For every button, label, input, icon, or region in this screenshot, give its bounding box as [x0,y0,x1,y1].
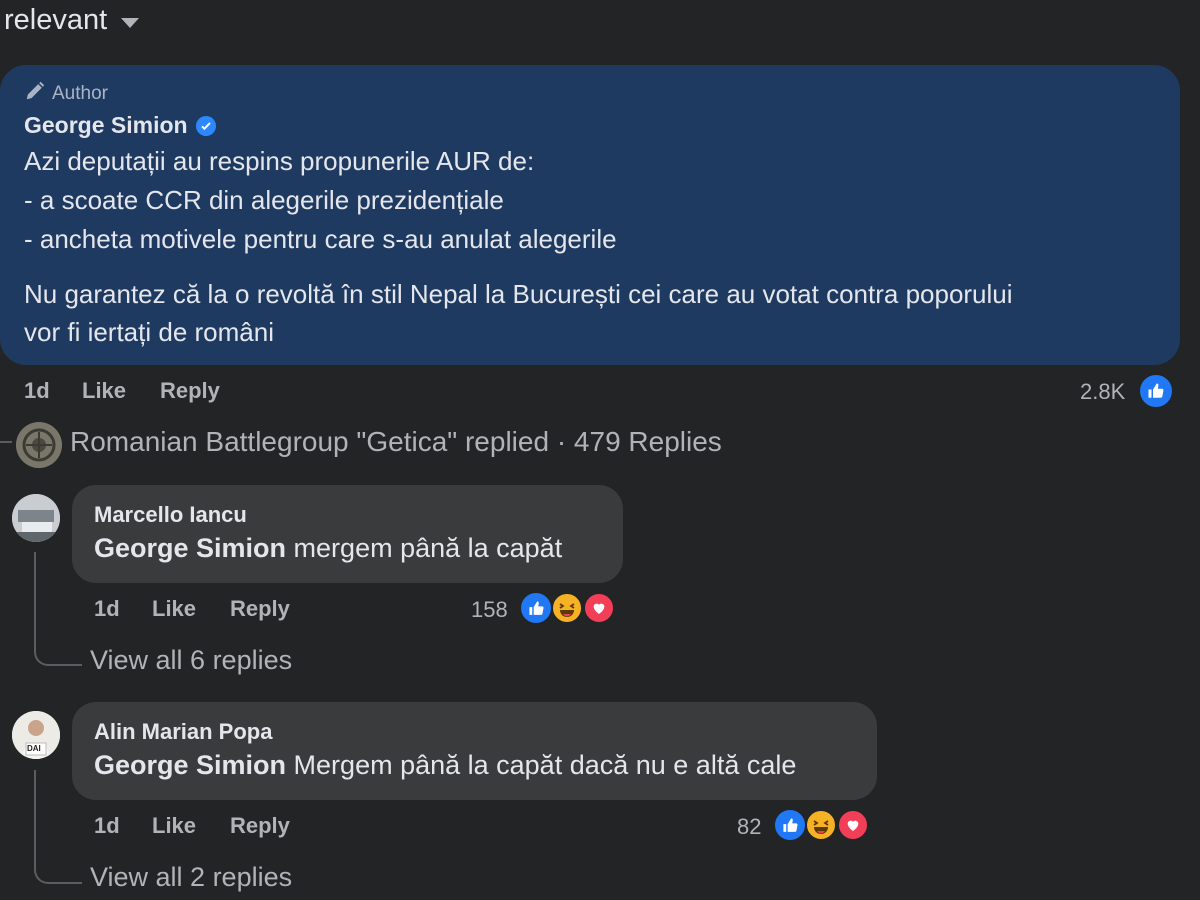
like-reaction-icon [519,591,553,625]
love-reaction-icon [837,809,869,841]
like-reaction-icon [1138,373,1174,409]
commenter-name[interactable]: Alin Marian Popa [94,719,272,745]
reply-button[interactable]: Reply [160,378,220,404]
comment-text-line: - a scoate CCR din alegerile prezidenția… [24,185,504,215]
like-button[interactable]: Like [152,596,196,622]
reply-button[interactable]: Reply [230,596,290,622]
comment-text: George Simion Mergem până la capăt dacă … [94,750,796,781]
reaction-count[interactable]: 2.8K [1080,379,1125,405]
sort-label: relevant [4,4,108,36]
mention-link[interactable]: George Simion [94,750,286,780]
reaction-count[interactable]: 82 [737,814,761,840]
view-all-replies-link[interactable]: View all 2 replies [90,862,292,893]
comment-time[interactable]: 1d [24,378,50,404]
commenter-name[interactable]: Marcello Iancu [94,502,247,528]
avatar[interactable] [12,494,60,542]
comment-body: Mergem până la capăt dacă nu e altă cale [286,750,797,780]
comment-time[interactable]: 1d [94,813,120,839]
haha-reaction-icon [551,592,583,624]
author-tag-label: Author [52,83,108,104]
author-badge: Author [24,80,108,108]
like-reaction-icon [773,808,807,842]
thread-connector [0,441,12,463]
avatar-text: DAI [27,744,41,753]
comment-text-line: - ancheta motivele pentru care s-au anul… [24,224,617,254]
reply-summary-link[interactable]: Romanian Battlegroup "Getica" replied · … [70,426,722,458]
verified-badge-icon [195,115,216,136]
pencil-icon [24,80,46,108]
author-name-row: George Simion [24,112,216,139]
love-reaction-icon [583,592,615,624]
caret-down-icon [121,17,140,28]
comment-text: George Simion mergem până la capăt [94,533,562,564]
comment-time[interactable]: 1d [94,596,120,622]
view-all-replies-link[interactable]: View all 6 replies [90,645,292,676]
sort-selector[interactable]: relevant [4,4,140,37]
reaction-count[interactable]: 158 [471,597,508,623]
comment-text-line: Nu garantez că la o revoltă în stil Nepa… [24,279,1013,309]
avatar[interactable]: DAI [12,711,60,759]
commenter-name[interactable]: George Simion [24,112,188,139]
haha-reaction-icon [805,809,837,841]
comment-text-line: vor fi iertați de români [24,317,274,347]
avatar[interactable] [16,422,62,468]
comment-body: mergem până la capăt [286,533,563,563]
comment-text-line: Azi deputații au respins propunerile AUR… [24,146,535,176]
like-button[interactable]: Like [152,813,196,839]
like-button[interactable]: Like [82,378,126,404]
reply-button[interactable]: Reply [230,813,290,839]
mention-link[interactable]: George Simion [94,533,286,563]
